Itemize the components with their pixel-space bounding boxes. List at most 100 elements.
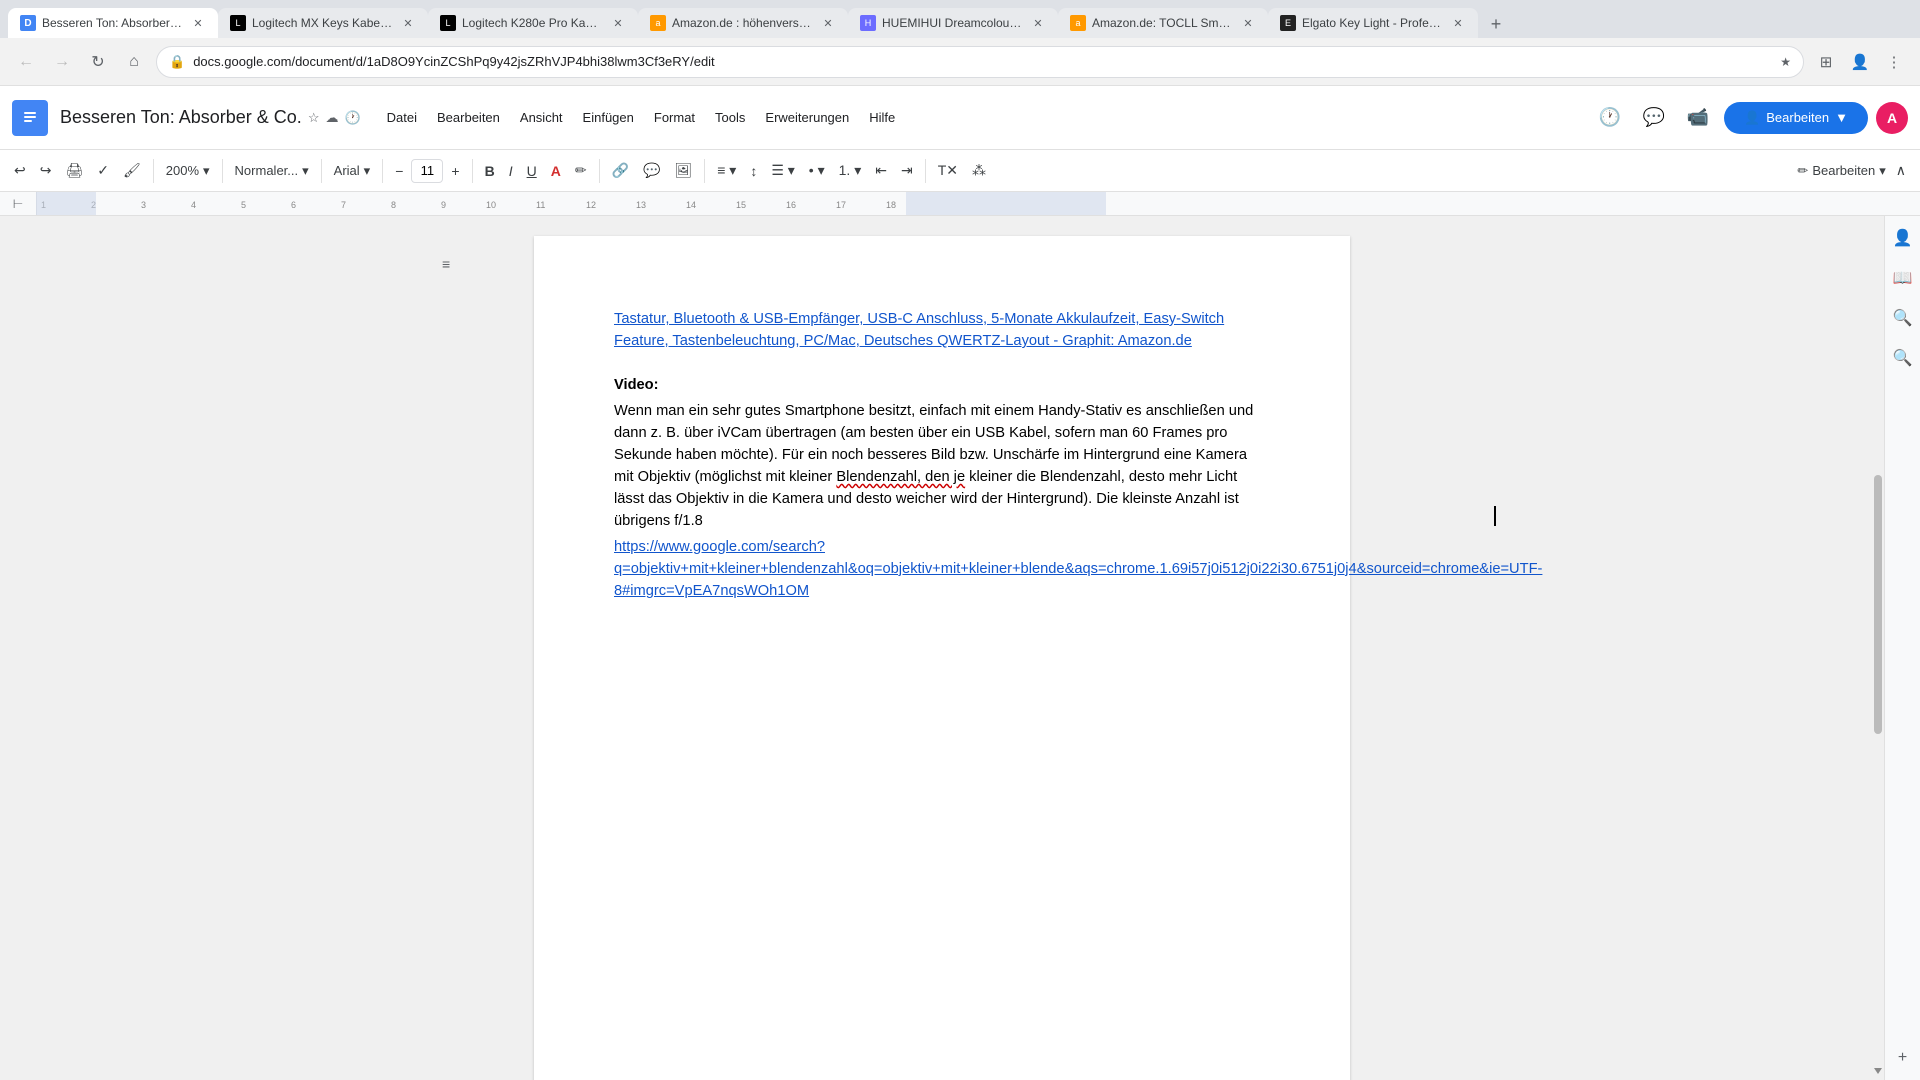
print-button[interactable]: 🖨	[59, 157, 89, 185]
profile-icon[interactable]: 👤	[1846, 48, 1874, 76]
list-format-button[interactable]: ☰ ▾	[765, 157, 800, 185]
tab-7-close[interactable]: ✕	[1450, 15, 1466, 31]
tab-4[interactable]: a Amazon.de : höhenverstellbare... ✕	[638, 8, 848, 38]
share-button[interactable]: 👤 Bearbeiten ▼	[1724, 102, 1868, 134]
text-color-button[interactable]: A	[545, 157, 567, 185]
user-avatar[interactable]: A	[1876, 102, 1908, 134]
home-button[interactable]: ⌂	[120, 48, 148, 76]
sidebar-book-icon[interactable]: 📖	[1889, 264, 1917, 292]
underline-button[interactable]: U	[521, 157, 543, 185]
line-spacing-button[interactable]: ↕	[744, 157, 763, 185]
tab-6[interactable]: a Amazon.de: TOCLL Smart Tisch... ✕	[1058, 8, 1268, 38]
docs-menu: Datei Bearbeiten Ansicht Einfügen Format…	[377, 104, 906, 131]
tab-4-close[interactable]: ✕	[820, 15, 836, 31]
highlight-button[interactable]: ✏	[569, 157, 593, 185]
menu-erweiterungen[interactable]: Erweiterungen	[755, 104, 859, 131]
italic-button[interactable]: I	[503, 157, 519, 185]
list-icon[interactable]: ≡	[442, 256, 450, 272]
clear-format-button[interactable]: T✕	[932, 157, 964, 185]
doc-amazon-link[interactable]: Tastatur, Bluetooth & USB-Empfänger, USB…	[614, 311, 1224, 349]
redo-button[interactable]: ↪	[34, 157, 58, 185]
spellcheck-button[interactable]: ✓	[91, 157, 115, 185]
new-tab-button[interactable]: +	[1482, 10, 1510, 38]
docs-document-title[interactable]: Besseren Ton: Absorber & Co.	[60, 107, 302, 128]
font-dropdown[interactable]: Arial ▾	[328, 157, 377, 185]
align-button[interactable]: ≡ ▾	[711, 157, 742, 185]
paint-format-button[interactable]: 🖌	[117, 157, 147, 185]
tab-5[interactable]: H HUEMIHUI Dreamcolour LED S... ✕	[848, 8, 1058, 38]
svg-text:13: 13	[636, 200, 646, 210]
cloud-icon[interactable]: ☁	[325, 110, 338, 126]
bold-button[interactable]: B	[479, 157, 501, 185]
tab-2[interactable]: L Logitech MX Keys Kabellose Ta... ✕	[218, 8, 428, 38]
font-size-input[interactable]	[411, 159, 443, 183]
doc-search-link[interactable]: https://www.google.com/search?q=objektiv…	[614, 539, 1542, 599]
back-button[interactable]: ←	[12, 48, 40, 76]
sidebar-add-icon[interactable]: +	[1889, 1044, 1917, 1072]
tab-3-close[interactable]: ✕	[610, 15, 626, 31]
svg-text:5: 5	[241, 200, 246, 210]
comments-icon[interactable]: 💬	[1636, 100, 1672, 136]
address-bar[interactable]: 🔒 docs.google.com/document/d/1aD8O9YcinZ…	[156, 46, 1804, 78]
menu-einfuegen[interactable]: Einfügen	[573, 104, 644, 131]
svg-text:14: 14	[686, 200, 696, 210]
tab-2-favicon: L	[230, 15, 246, 31]
svg-text:18: 18	[886, 200, 896, 210]
scroll-down-button[interactable]	[1872, 1066, 1884, 1076]
menu-tools[interactable]: Tools	[705, 104, 755, 131]
sidebar-person-icon[interactable]: 👤	[1889, 224, 1917, 252]
font-size-increase-button[interactable]: +	[445, 157, 465, 185]
tab-6-favicon: a	[1070, 15, 1086, 31]
tab-1[interactable]: D Besseren Ton: Absorber & Co.. ✕	[8, 8, 218, 38]
font-value: Arial	[334, 163, 360, 178]
tab-bar: D Besseren Ton: Absorber & Co.. ✕ L Logi…	[0, 0, 1920, 38]
svg-text:6: 6	[291, 200, 296, 210]
more-formats-button[interactable]: ⁂	[966, 157, 992, 185]
collapse-toolbar-button[interactable]: ∧	[1890, 157, 1912, 185]
increase-indent-button[interactable]: ⇥	[895, 157, 919, 185]
tab-2-close[interactable]: ✕	[400, 15, 416, 31]
menu-hilfe[interactable]: Hilfe	[859, 104, 905, 131]
numbered-list-button[interactable]: 1. ▾	[833, 157, 868, 185]
menu-datei[interactable]: Datei	[377, 104, 427, 131]
video-icon[interactable]: 📹	[1680, 100, 1716, 136]
menu-format[interactable]: Format	[644, 104, 705, 131]
ruler-area: ⊢ 1 2 3 4 5 6 7 8 9 10 11 12 13 14 15	[0, 192, 1920, 216]
bullet-list-button[interactable]: • ▾	[803, 157, 831, 185]
tab-5-close[interactable]: ✕	[1030, 15, 1046, 31]
tab-1-close[interactable]: ✕	[190, 15, 206, 31]
extensions-icon[interactable]: ⊞	[1812, 48, 1840, 76]
doc-page: Tastatur, Bluetooth & USB-Empfänger, USB…	[534, 236, 1350, 1080]
zoom-value: 200%	[166, 163, 199, 178]
menu-ansicht[interactable]: Ansicht	[510, 104, 573, 131]
sidebar-search2-icon[interactable]: 🔍	[1889, 344, 1917, 372]
history-clock-icon[interactable]: 🕐	[1592, 100, 1628, 136]
scrollbar-thumb[interactable]	[1874, 475, 1882, 734]
zoom-dropdown[interactable]: 200% ▾	[160, 157, 216, 185]
sidebar-search-icon[interactable]: 🔍	[1889, 304, 1917, 332]
tab-6-close[interactable]: ✕	[1240, 15, 1256, 31]
settings-icon[interactable]: ⋮	[1880, 48, 1908, 76]
font-size-decrease-button[interactable]: −	[389, 157, 409, 185]
menu-bearbeiten[interactable]: Bearbeiten	[427, 104, 510, 131]
undo-button[interactable]: ↩	[8, 157, 32, 185]
decrease-indent-button[interactable]: ⇤	[869, 157, 893, 185]
toolbar-divider-1	[153, 159, 154, 183]
star-icon[interactable]: ☆	[308, 110, 320, 126]
editing-mode-dropdown[interactable]: ✏ Bearbeiten ▾	[1797, 163, 1885, 179]
style-chevron-icon: ▾	[302, 163, 309, 179]
doc-area[interactable]: ≡ Tastatur, Bluetooth & USB-Empfänger, U…	[0, 216, 1884, 1080]
link-button[interactable]: 🔗	[606, 157, 635, 185]
style-dropdown[interactable]: Normaler... ▾	[229, 157, 315, 185]
comment-button[interactable]: 💬	[637, 157, 666, 185]
doc-video-heading: Video:	[614, 374, 1270, 396]
ruler-tab-icon[interactable]: ⊢	[0, 197, 36, 211]
tab-3[interactable]: L Logitech K280e Pro Kabelgebun... ✕	[428, 8, 638, 38]
history-icon[interactable]: 🕐	[344, 110, 360, 126]
image-button[interactable]: 🖼	[668, 157, 698, 185]
tab-7[interactable]: E Elgato Key Light - Professione... ✕	[1268, 8, 1478, 38]
reload-button[interactable]: ↻	[84, 48, 112, 76]
main-content-area: ≡ Tastatur, Bluetooth & USB-Empfänger, U…	[0, 216, 1920, 1080]
right-sidebar: 👤 📖 🔍 🔍 +	[1884, 216, 1920, 1080]
forward-button[interactable]: →	[48, 48, 76, 76]
